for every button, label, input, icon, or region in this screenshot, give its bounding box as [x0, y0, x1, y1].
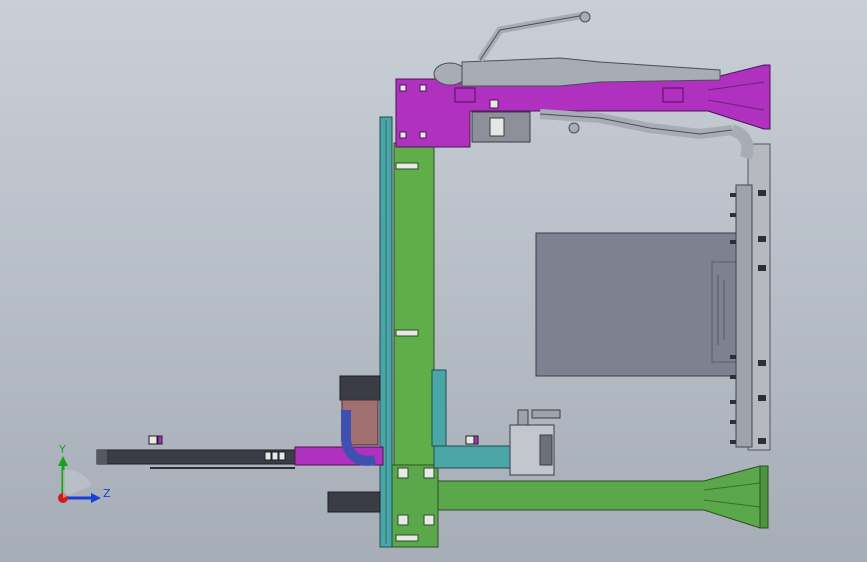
- drive-motor[interactable]: [339, 375, 381, 401]
- right-bracket-strip[interactable]: [735, 184, 753, 448]
- cad-viewport[interactable]: Y Z: [0, 0, 867, 562]
- axis-z-label: Z: [103, 487, 111, 500]
- base-beam[interactable]: [419, 465, 769, 529]
- end-effector[interactable]: [509, 409, 561, 476]
- bottom-motor[interactable]: [327, 491, 381, 513]
- horizontal-rail[interactable]: [433, 445, 515, 469]
- axis-y-label: Y: [58, 443, 66, 456]
- gray-panel[interactable]: [535, 232, 749, 377]
